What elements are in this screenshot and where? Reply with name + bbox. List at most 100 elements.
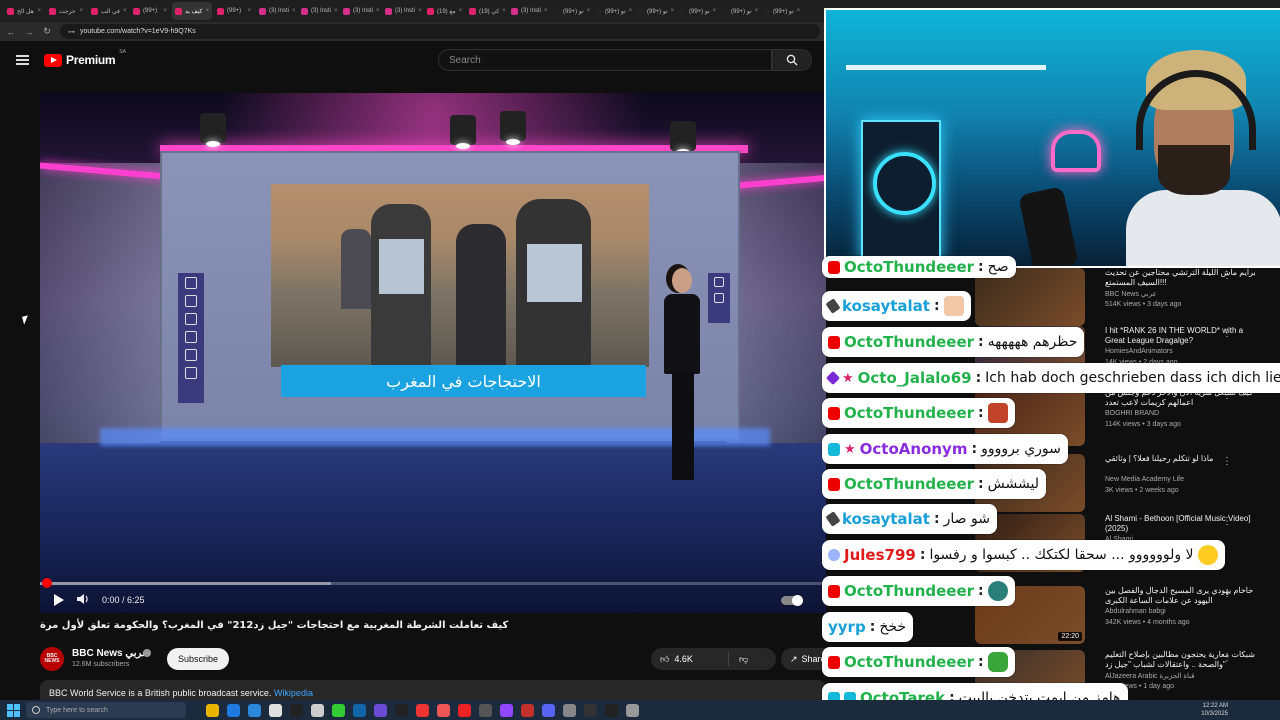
search-input[interactable]: Search	[438, 49, 772, 71]
tab-favicon-icon	[553, 7, 560, 15]
youtube-logo[interactable]: Premium SA	[44, 49, 126, 67]
tab-favicon-icon	[49, 7, 56, 15]
dislike-button[interactable]: 👎︎	[729, 654, 748, 665]
tab-close-icon[interactable]: ×	[544, 8, 548, 14]
tab-close-icon[interactable]: ×	[123, 8, 127, 14]
tab-title: (99+) تو	[605, 8, 626, 15]
taskbar-app-icon[interactable]	[458, 703, 471, 717]
scrubber-handle[interactable]	[42, 578, 52, 588]
progress-bar[interactable]	[40, 578, 826, 588]
wikipedia-link[interactable]: Wikipedia	[274, 688, 313, 698]
like-count: 4.6K	[674, 654, 693, 664]
taskbar-app-icon[interactable]	[248, 703, 261, 717]
taskbar-app-icon[interactable]	[227, 703, 240, 717]
forward-icon[interactable]: →	[24, 27, 34, 37]
browser-tab[interactable]: خرجت ×	[46, 2, 86, 20]
chat-message: OctoThundeeer:	[822, 576, 1015, 606]
cam-pc-case	[861, 120, 941, 260]
back-icon[interactable]: ←	[6, 27, 16, 37]
tab-close-icon[interactable]: ×	[37, 8, 41, 14]
browser-tab[interactable]: هل الخ ×	[4, 2, 44, 20]
browser-tab[interactable]: (99+) تو ×	[760, 2, 800, 20]
tab-close-icon[interactable]: ×	[247, 8, 251, 14]
studio-light	[200, 113, 226, 147]
menu-icon[interactable]	[16, 55, 29, 65]
taskbar-app-icon[interactable]	[332, 703, 345, 717]
tab-title: (99+)	[143, 8, 158, 14]
tab-close-icon[interactable]: ×	[418, 8, 422, 14]
taskbar-app-icon[interactable]	[626, 703, 639, 717]
taskbar-app-icon[interactable]	[290, 703, 303, 717]
taskbar-app-icon[interactable]	[437, 703, 450, 717]
video-player[interactable]: الاحتجاجات في المغرب	[40, 93, 826, 613]
tab-title: كيف يد	[185, 8, 203, 15]
browser-tab[interactable]: (3) Insti ×	[256, 2, 296, 20]
volume-icon[interactable]	[76, 593, 90, 607]
browser-tab[interactable]: (99+) تو ×	[550, 2, 590, 20]
tab-close-icon[interactable]: ×	[205, 8, 209, 14]
browser-tab[interactable]: (3) Insti ×	[508, 2, 548, 20]
browser-tab[interactable]: (99+) تو ×	[592, 2, 632, 20]
tab-close-icon[interactable]: ×	[459, 8, 463, 14]
autoplay-toggle[interactable]	[781, 595, 803, 606]
like-button[interactable]: 👍︎ 4.6K	[651, 652, 729, 666]
browser-tab[interactable]: (3) Insti ×	[298, 2, 338, 20]
taskbar-app-icon[interactable]	[416, 703, 429, 717]
browser-tab[interactable]: (99+) تو ×	[718, 2, 758, 20]
tab-close-icon[interactable]: ×	[79, 8, 83, 14]
browser-tab[interactable]: (3) Insti ×	[340, 2, 380, 20]
address-bar[interactable]: ⊶ youtube.com/watch?v=1eV9-h9Q7Ks	[60, 24, 820, 39]
taskbar-app-icon[interactable]	[269, 703, 282, 717]
taskbar-clock[interactable]: 12:22 AM 10/3/2025	[1201, 702, 1228, 718]
windows-start-icon[interactable]	[4, 703, 22, 717]
tab-favicon-icon	[343, 7, 350, 15]
taskbar-app-icon[interactable]	[542, 703, 555, 717]
tab-close-icon[interactable]: ×	[376, 8, 380, 14]
channel-name[interactable]: BBC News عربي	[72, 648, 148, 659]
tab-close-icon[interactable]: ×	[629, 8, 632, 14]
browser-tab[interactable]: (3) Insti ×	[382, 2, 422, 20]
taskbar-app-icon[interactable]	[605, 703, 618, 717]
tab-close-icon[interactable]: ×	[502, 8, 506, 14]
site-info-icon[interactable]: ⊶	[68, 28, 75, 36]
taskbar-app-icon[interactable]	[584, 703, 597, 717]
browser-tab[interactable]: في الب ×	[88, 2, 128, 20]
browser-tab[interactable]: (99+) تو ×	[676, 2, 716, 20]
tab-close-icon[interactable]: ×	[163, 8, 167, 14]
tab-close-icon[interactable]: ×	[587, 8, 590, 14]
tab-close-icon[interactable]: ×	[671, 8, 674, 14]
youtube-play-icon	[44, 53, 62, 67]
browser-tab[interactable]: (19) كي ×	[466, 2, 506, 20]
taskbar-app-icon[interactable]	[521, 703, 534, 717]
reload-icon[interactable]: ↻	[42, 26, 52, 37]
tab-close-icon[interactable]: ×	[292, 8, 296, 14]
yt-badge-icon	[828, 335, 840, 349]
chat-message: kosaytalat: شو صار	[822, 504, 997, 534]
taskbar-search[interactable]: Type here to search	[26, 702, 186, 718]
browser-tab[interactable]: (99+) ×	[130, 2, 170, 20]
play-icon[interactable]	[54, 594, 64, 606]
browser-tab[interactable]: كيف يد ×	[172, 2, 212, 20]
tab-close-icon[interactable]: ×	[755, 8, 758, 14]
cam-neon-sign	[1051, 130, 1101, 172]
search-button[interactable]	[772, 49, 812, 71]
subscribe-button[interactable]: Subscribe	[167, 648, 230, 670]
tab-close-icon[interactable]: ×	[713, 8, 716, 14]
taskbar-app-icon[interactable]	[353, 703, 366, 717]
chat-text: خخخ	[879, 619, 907, 635]
avatar[interactable]: BBC NEWS	[40, 647, 64, 671]
taskbar-app-icon[interactable]	[395, 703, 408, 717]
browser-tab[interactable]: (99+) تو ×	[634, 2, 674, 20]
taskbar-app-icon[interactable]	[500, 703, 513, 717]
clock-time: 12:22 AM	[1202, 703, 1228, 709]
taskbar-app-icon[interactable]	[374, 703, 387, 717]
tab-close-icon[interactable]: ×	[334, 8, 338, 14]
browser-tab[interactable]: (99+) ×	[214, 2, 254, 20]
browser-tab[interactable]: (19) مع ×	[424, 2, 464, 20]
taskbar-app-icon[interactable]	[206, 703, 219, 717]
taskbar-app-icon[interactable]	[311, 703, 324, 717]
taskbar-app-icon[interactable]	[479, 703, 492, 717]
chat-text: حظرهم هههههه	[987, 334, 1078, 350]
taskbar-app-icon[interactable]	[563, 703, 576, 717]
tab-close-icon[interactable]: ×	[797, 8, 800, 14]
